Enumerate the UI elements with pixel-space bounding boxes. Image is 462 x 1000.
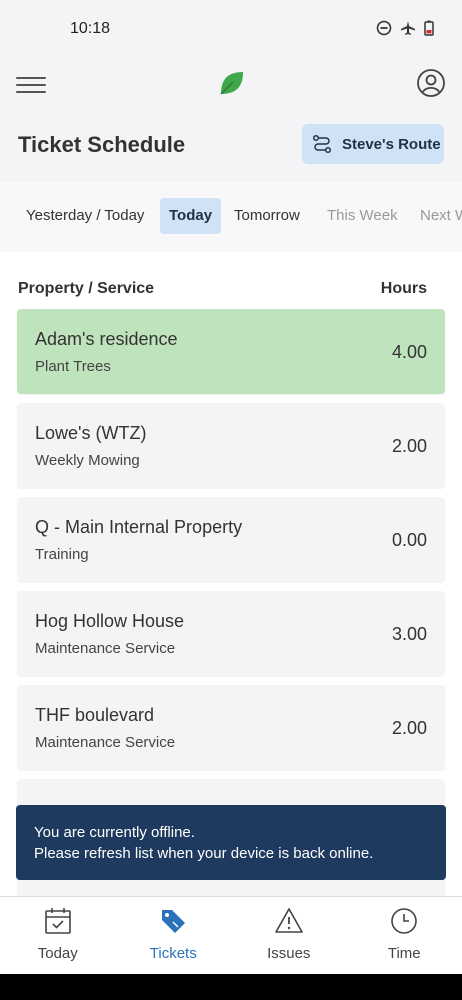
offline-toast: You are currently offline. Please refres… [16,805,446,880]
nav-issues-label: Issues [267,945,311,962]
battery-icon [424,20,434,36]
ticket-service: Weekly Mowing [35,452,140,469]
status-time: 10:18 [70,20,111,37]
nav-time[interactable]: Time [347,897,462,974]
date-tabs: Yesterday / Today Today Tomorrow This We… [0,182,462,252]
ticket-row[interactable]: THF boulevard Maintenance Service 2.00 [17,685,445,770]
tab-tomorrow[interactable]: Tomorrow [225,198,309,234]
route-icon [312,134,332,154]
nav-time-label: Time [387,945,421,962]
page-header: Ticket Schedule Steve's Route [0,110,462,182]
ticket-service: Maintenance Service [35,734,176,751]
ticket-hours: 2.00 [391,436,427,456]
tab-next-week[interactable]: Next W [411,198,462,234]
toast-line-2: Please refresh list when your device is … [34,845,374,862]
airplane-icon [401,21,415,35]
tab-today[interactable]: Today [160,198,222,234]
ticket-service: Plant Trees [35,358,111,375]
ticket-row[interactable]: Lowe's (WTZ) Weekly Mowing 2.00 [17,403,445,488]
warning-icon [274,908,303,933]
nav-today-label: Today [37,945,78,962]
column-property: Property / Service [18,280,155,297]
app-bar [0,60,462,110]
ticket-row[interactable]: Q - Main Internal Property Training 0.00 [17,497,445,582]
clock-icon [391,908,418,934]
nav-tickets-label: Tickets [149,945,197,962]
tag-icon [162,910,186,933]
ticket-hours: 3.00 [391,624,427,644]
ticket-row[interactable]: Adam's residence Plant Trees 4.00 [17,309,445,394]
ticket-service: Training [35,546,89,563]
tab-yesterday-today[interactable]: Yesterday / Today [17,198,153,234]
ticket-hours: 2.00 [391,718,427,738]
status-icons [376,20,434,36]
ticket-property: Q - Main Internal Property [35,517,243,537]
ticket-hours: 0.00 [391,530,427,550]
ticket-property: THF boulevard [35,705,155,725]
leaf-logo-icon [220,72,243,95]
tab-this-week[interactable]: This Week [318,198,407,234]
route-button-label: Steve's Route [342,135,441,153]
hamburger-menu-icon[interactable] [16,72,46,98]
bottom-nav: Today Tickets Issues Time [0,896,462,974]
nav-today[interactable]: Today [0,897,116,974]
route-button[interactable]: Steve's Route [302,124,444,164]
ticket-row[interactable]: Hog Hollow House Maintenance Service 3.0… [17,591,445,676]
ticket-property: Hog Hollow House [35,611,185,631]
status-bar: 10:18 [0,0,462,60]
ticket-property: Lowe's (WTZ) [35,423,147,443]
account-icon[interactable] [416,68,446,98]
ticket-hours: 4.00 [391,342,427,362]
column-headers: Property / Service Hours [0,272,462,306]
ticket-property: Adam's residence [35,329,178,349]
nav-issues[interactable]: Issues [231,897,347,974]
calendar-icon [44,908,71,934]
nav-tickets[interactable]: Tickets [116,897,232,974]
dnd-icon [376,20,392,36]
gesture-bar [0,974,462,1000]
page-title: Ticket Schedule [18,132,186,157]
ticket-service: Maintenance Service [35,640,176,657]
column-hours: Hours [380,280,427,297]
toast-line-1: You are currently offline. [34,824,195,841]
